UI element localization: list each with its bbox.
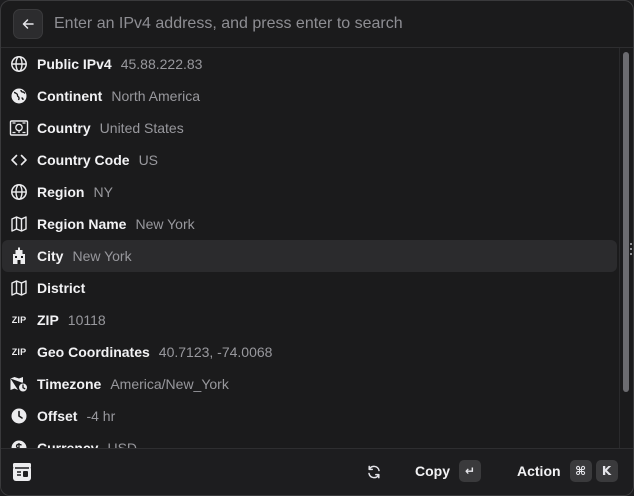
back-button[interactable]	[13, 9, 43, 39]
action-bar: Copy ↵ Action ⌘ K	[1, 448, 633, 495]
scrollbar-thumb[interactable]	[623, 52, 629, 392]
list-item-value: US	[138, 152, 159, 168]
list-item-value: USD	[107, 440, 138, 448]
list-item-title: Geo Coordinates	[37, 344, 150, 360]
list-item[interactable]: Continent North America	[2, 80, 617, 112]
app-window: Public IPv4 45.88.222.83 Continent North Am…	[0, 0, 634, 496]
list-item-title: City	[37, 248, 64, 264]
globe-icon	[8, 181, 30, 203]
list-item-title: Region Name	[37, 216, 127, 232]
list-item[interactable]: Timezone America/New_York	[2, 368, 617, 400]
list-item-value: -4 hr	[86, 408, 116, 424]
zip-icon: ZIP	[11, 347, 27, 357]
arrow-left-icon	[22, 19, 34, 29]
enter-key-badge: ↵	[459, 460, 481, 482]
action-label: Action	[517, 463, 561, 479]
map-icon	[8, 277, 30, 299]
list-item-value: New York	[135, 216, 195, 232]
globe-icon	[8, 53, 30, 75]
app-logo-icon	[13, 463, 31, 481]
list-item-title: Timezone	[37, 376, 102, 392]
map-icon	[8, 213, 30, 235]
list-item-title: Region	[37, 184, 85, 200]
command-key-badge: ⌘	[569, 460, 592, 482]
list-item-title: Country	[37, 120, 91, 136]
earth-icon	[8, 85, 30, 107]
list-item-value: 40.7123, -74.0068	[158, 344, 273, 360]
resize-handle[interactable]	[630, 243, 633, 255]
list-item[interactable]: Public IPv4 45.88.222.83	[2, 48, 617, 80]
list-item-title: Public IPv4	[37, 56, 112, 72]
list-item[interactable]: City New York	[2, 240, 617, 272]
flag-icon	[8, 117, 30, 139]
map-clock-icon	[8, 373, 30, 395]
list-item-value: America/New_York	[110, 376, 229, 392]
list-item-title: Country Code	[37, 152, 130, 168]
list-item[interactable]: Offset -4 hr	[2, 400, 617, 432]
list-item-value: New York	[72, 248, 132, 264]
refresh-button[interactable]	[364, 462, 384, 482]
coin-icon	[8, 437, 30, 448]
list-item-value: NY	[93, 184, 113, 200]
k-key-badge: K	[595, 460, 618, 482]
list-item-title: Currency	[37, 440, 99, 448]
list-item[interactable]: Currency USD	[2, 432, 617, 448]
result-list: Public IPv4 45.88.222.83 Continent North Am…	[1, 48, 619, 448]
search-bar	[1, 1, 633, 48]
code-icon	[8, 149, 30, 171]
list-item-title: Continent	[37, 88, 103, 104]
list-item[interactable]: Country Code US	[2, 144, 617, 176]
list-item-value: United States	[99, 120, 184, 136]
list-item[interactable]: Region Name New York	[2, 208, 617, 240]
list-item-value: 45.88.222.83	[120, 56, 203, 72]
list-item-title: ZIP	[37, 312, 59, 328]
copy-button[interactable]: Copy ↵	[415, 460, 481, 482]
zip-icon: ZIP	[11, 315, 27, 325]
list-item[interactable]: District	[2, 272, 617, 304]
refresh-icon	[368, 465, 380, 479]
building-icon	[8, 245, 30, 267]
search-input[interactable]	[54, 15, 633, 33]
list-item[interactable]: Region NY	[2, 176, 617, 208]
list-item-title: Offset	[37, 408, 78, 424]
list-item[interactable]: ZIP ZIP 10118	[2, 304, 617, 336]
list-item[interactable]: Country United States	[2, 112, 617, 144]
list-item-title: District	[37, 280, 86, 296]
copy-label: Copy	[415, 463, 450, 479]
action-button[interactable]: Action ⌘ K	[517, 460, 618, 482]
list-item[interactable]: ZIP Geo Coordinates 40.7123, -74.0068	[2, 336, 617, 368]
clock-icon	[8, 405, 30, 427]
list-item-value: North America	[111, 88, 201, 104]
list-item-value: 10118	[67, 312, 106, 328]
